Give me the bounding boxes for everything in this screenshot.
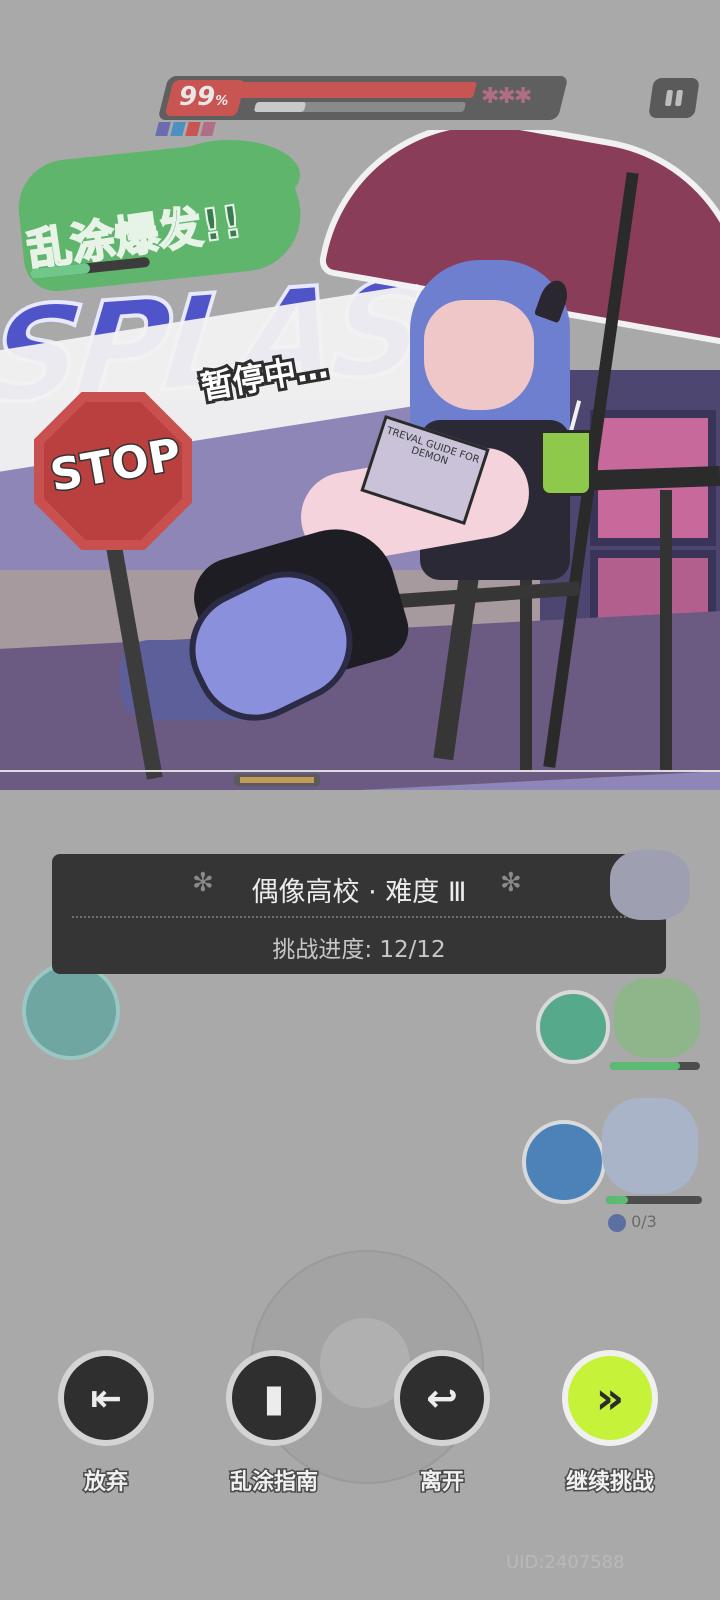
- pause-illustration: 乱涂爆发!! SPLASH 暂停中… TREVAL GUIDE FOR DEMO…: [0, 130, 720, 790]
- table-leg: [660, 490, 672, 770]
- double-chevron-icon: »: [595, 1372, 625, 1424]
- team-member-2-hp: [610, 1062, 700, 1070]
- leaf-skill-icon[interactable]: [536, 990, 610, 1064]
- team-member-3-charge: 0/3: [608, 1212, 657, 1232]
- hp-fill: [610, 1062, 680, 1070]
- hp-percent: 99%: [179, 82, 228, 112]
- team-member-3-hp: [606, 1196, 702, 1204]
- team-member-1-portrait: [610, 850, 690, 920]
- hp-bar: 99% ✱✱✱: [155, 76, 569, 136]
- lightning-skill-icon: [22, 962, 120, 1060]
- stage-info-panel: ✻ 偶像高校 · 难度 Ⅲ ✻ 挑战进度: 12/12: [52, 854, 666, 974]
- pause-button[interactable]: [648, 78, 700, 118]
- give-up-button[interactable]: ⇤: [58, 1350, 154, 1446]
- wind-skill-icon[interactable]: [522, 1120, 606, 1204]
- charge-count: 0/3: [631, 1212, 657, 1231]
- give-up-label: 放弃: [82, 1469, 129, 1497]
- banner-handle-fill: [240, 777, 314, 783]
- hp-percent-unit: %: [215, 94, 229, 109]
- team-member-2-portrait[interactable]: [614, 978, 700, 1058]
- energy-fill: [253, 102, 307, 112]
- drink-cup: [540, 430, 592, 496]
- return-icon: ↩: [426, 1376, 458, 1420]
- energy-bar: [253, 102, 467, 112]
- divider: [72, 916, 646, 918]
- stage-title: 偶像高校 · 难度 Ⅲ: [251, 877, 467, 908]
- banner-divider: [0, 770, 720, 772]
- leave-button[interactable]: ↩: [394, 1350, 490, 1446]
- scribble-guide-button[interactable]: ▮: [226, 1350, 322, 1446]
- scribble-guide-label: 乱涂指南: [228, 1469, 319, 1497]
- uid-label: UID:2407588: [506, 1552, 625, 1573]
- charge-icon: [608, 1213, 626, 1232]
- splat-counter-icons: ✱✱✱: [481, 84, 532, 109]
- hp-percent-value: 99: [179, 82, 216, 112]
- challenge-progress: 挑战进度: 12/12: [272, 937, 446, 963]
- flower-icon: ✻: [500, 868, 522, 898]
- leave-label: 离开: [418, 1469, 465, 1497]
- continue-challenge-label: 继续挑战: [564, 1469, 655, 1497]
- banner-handle: [234, 774, 320, 786]
- continue-challenge-button[interactable]: »: [562, 1350, 658, 1446]
- hp-fill: [606, 1196, 628, 1204]
- character-face: [424, 300, 534, 410]
- book-icon: ▮: [263, 1376, 285, 1420]
- team-member-3-portrait[interactable]: [602, 1098, 698, 1194]
- exit-door-icon: ⇤: [90, 1376, 122, 1420]
